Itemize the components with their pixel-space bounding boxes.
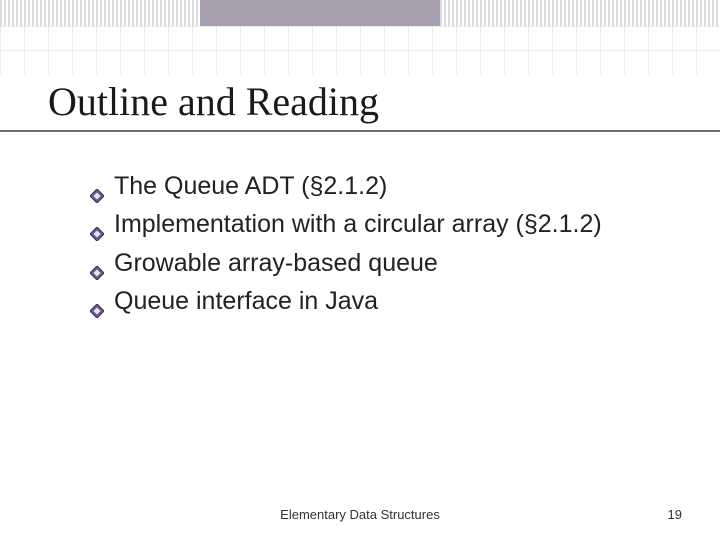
list-item: Growable array-based queue: [90, 245, 650, 281]
diamond-bullet-icon: [90, 292, 104, 306]
slide-title: Outline and Reading: [48, 78, 379, 125]
list-item-text: Growable array-based queue: [114, 249, 438, 277]
list-item: Queue interface in Java: [90, 283, 650, 319]
list-item-text: Queue interface in Java: [114, 287, 378, 315]
diamond-bullet-icon: [90, 215, 104, 229]
list-item: The Queue ADT (§2.1.2): [90, 168, 650, 204]
header-solid-block: [200, 0, 440, 26]
bullet-list: The Queue ADT (§2.1.2) Implementation wi…: [90, 168, 650, 321]
page-number: 19: [668, 507, 682, 522]
list-item-text: The Queue ADT (§2.1.2): [114, 172, 387, 200]
title-underline: [0, 130, 720, 132]
header-grid-pattern: [0, 26, 720, 74]
footer-text: Elementary Data Structures: [0, 507, 720, 522]
list-item-text: Implementation with a circular array (§2…: [114, 210, 602, 238]
list-item: Implementation with a circular array (§2…: [90, 206, 650, 242]
diamond-bullet-icon: [90, 254, 104, 268]
diamond-bullet-icon: [90, 177, 104, 191]
